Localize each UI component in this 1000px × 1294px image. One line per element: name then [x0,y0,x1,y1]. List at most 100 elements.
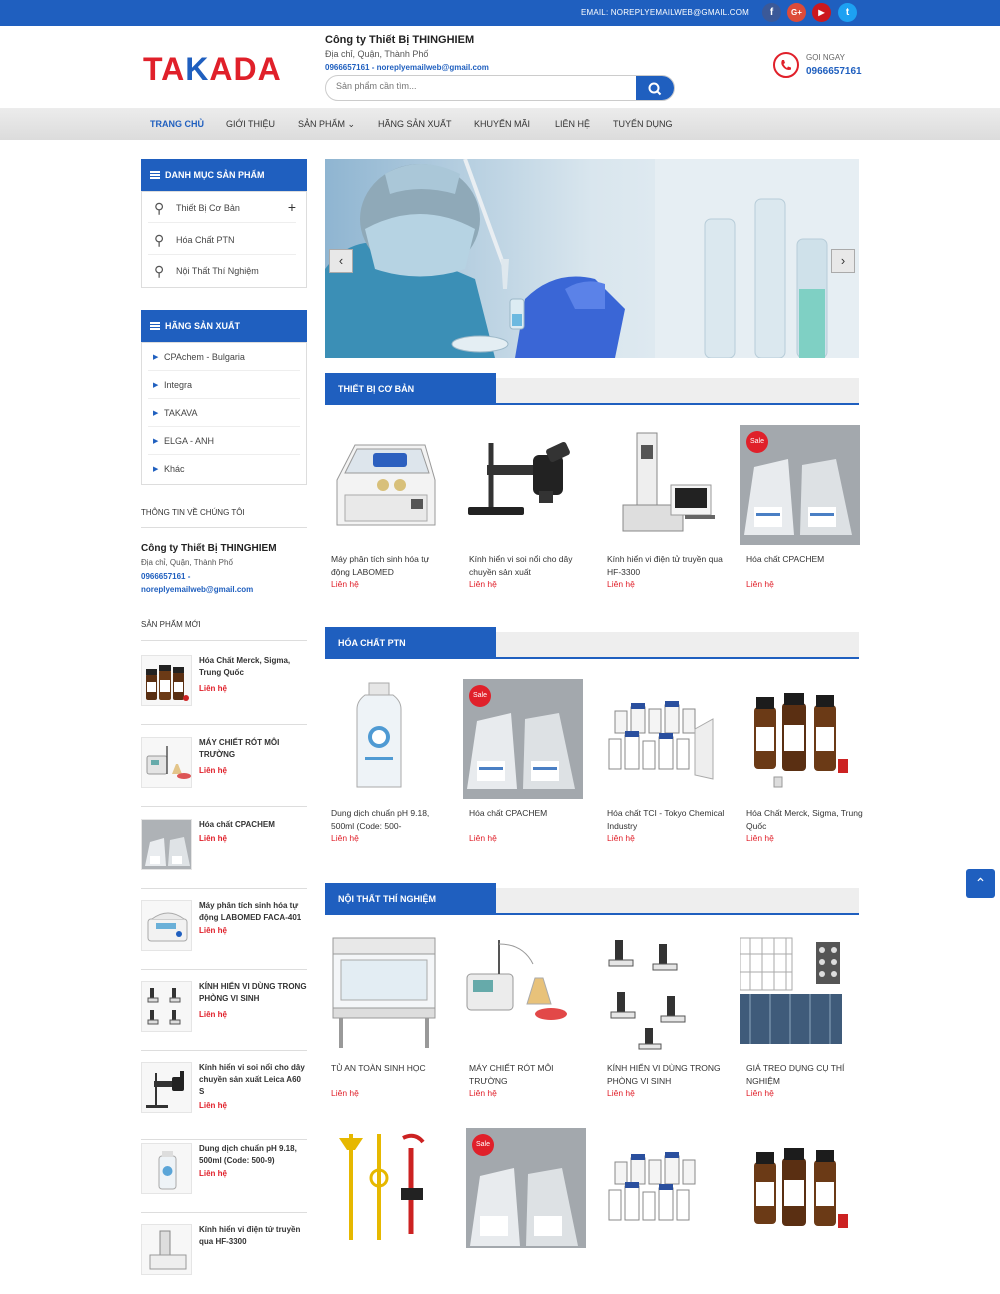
product-name[interactable]: Dung dịch chuẩn pH 9.18, 500ml (Code: 50… [199,1143,307,1167]
nav-item-brands[interactable]: HÃNG SẢN XUẤT [378,119,452,129]
new-product-item[interactable]: Hóa chất CPACHEM Liên hệ [141,819,307,889]
product-name[interactable]: Kính hiển vi soi nổi cho dây chuyền sản … [469,553,587,579]
brand-item[interactable]: ▶ ELGA - ANH [148,427,300,455]
product-card[interactable]: Sale Hóa chất CPACHEM Liên hệ [740,425,868,615]
new-product-item[interactable]: Dung dịch chuẩn pH 9.18, 500ml (Code: 50… [141,1143,307,1213]
call-number[interactable]: 0966657161 [806,66,862,77]
product-name[interactable]: Hóa chất CPACHEM [199,819,307,831]
product-name[interactable]: MÁY CHIẾT RÓT MÔI TRƯỜNG [469,1062,587,1088]
facebook-icon[interactable]: f [762,3,781,22]
new-product-item[interactable]: KÍNH HIỂN VI DÙNG TRONG PHÒNG VI SINH Li… [141,981,307,1051]
about-phone[interactable]: 0966657161 - [141,572,190,581]
product-thumbnail[interactable] [141,819,192,870]
product-thumbnail[interactable] [141,981,192,1032]
nav-item-products[interactable]: SẢN PHẨM ⌄ [298,119,355,130]
search-button[interactable] [636,76,674,100]
new-product-item[interactable]: Hóa Chất Merck, Sigma, Trung Quốc Liên h… [141,655,307,725]
product-name[interactable]: Hóa Chất Merck, Sigma, Trung Quốc [746,807,864,833]
product-image[interactable] [601,1140,721,1260]
site-logo[interactable]: TAKADA [143,53,282,85]
product-name[interactable]: Kính hiển vi điện tử truyền qua HF-3300 [607,553,725,579]
youtube-icon[interactable]: ▶ [812,3,831,22]
product-name[interactable]: KÍNH HIỂN VI DÙNG TRONG PHÒNG VI SINH [199,981,307,1005]
company-email[interactable]: noreplyemailweb@gmail.com [377,63,489,72]
section-title-tab[interactable]: THIẾT BỊ CƠ BẢN [325,373,496,405]
product-image[interactable] [463,934,583,1054]
nav-item-about[interactable]: GIỚI THIỆU [226,119,275,129]
topbar-email[interactable]: EMAIL: NOREPLYEMAILWEB@GMAIL.COM [581,8,749,17]
product-image[interactable] [325,679,445,799]
product-card[interactable]: Hóa Chất Merck, Sigma, Trung Quốc Liên h… [740,679,868,869]
product-name[interactable]: Hóa Chất Merck, Sigma, Trung Quốc [199,655,307,679]
product-name[interactable]: TỦ AN TOÀN SINH HỌC [331,1062,449,1075]
product-thumbnail[interactable] [141,1143,192,1194]
brand-item[interactable]: ▶ CPAchem - Bulgaria [148,343,300,371]
product-name[interactable]: GIÁ TREO DỤNG CỤ THÍ NGHIỆM [746,1062,864,1088]
product-image[interactable] [325,934,445,1054]
phone-icon[interactable] [773,52,799,78]
product-name[interactable]: KÍNH HIỂN VI DÙNG TRONG PHÒNG VI SINH [607,1062,725,1088]
twitter-icon[interactable]: t [838,3,857,22]
product-card[interactable]: Dung dịch chuẩn pH 9.18, 500ml (Code: 50… [325,679,453,869]
section-title-tab[interactable]: NỘI THẤT THÍ NGHIỆM [325,883,496,915]
product-name[interactable]: Hóa chất CPACHEM [746,553,864,566]
product-card[interactable]: MÁY CHIẾT RÓT MÔI TRƯỜNG Liên hệ [463,934,591,1124]
hero-banner[interactable]: ‹ › [325,159,859,358]
product-card[interactable] [740,1140,868,1254]
product-name[interactable]: Kính hiển vi soi nổi cho dây chuyền sản … [199,1062,307,1098]
category-item[interactable]: ⚲ Hóa Chất PTN [148,225,296,255]
brand-item[interactable]: ▶ TAKAVA [148,399,300,427]
category-item[interactable]: ⚲ Thiết Bị Cơ Bản + [148,193,296,223]
nav-item-promotions[interactable]: KHUYẾN MÃI [474,119,530,129]
product-card[interactable]: Kính hiển vi điện tử truyền qua HF-3300 … [601,425,729,615]
new-product-item[interactable]: Kính hiển vi soi nổi cho dây chuyền sản … [141,1062,307,1140]
company-phone[interactable]: 0966657161 [325,63,370,72]
new-product-item[interactable]: Kính hiển vi điện tử truyền qua HF-3300 [141,1224,307,1294]
product-thumbnail[interactable] [141,1062,192,1113]
product-card[interactable]: KÍNH HIỂN VI DÙNG TRONG PHÒNG VI SINH Li… [601,934,729,1124]
product-thumbnail[interactable] [141,1224,192,1275]
nav-item-home[interactable]: TRANG CHỦ [150,119,204,129]
product-name[interactable]: Máy phân tích sinh hóa tự động LABOMED F… [199,900,307,924]
nav-item-contact[interactable]: LIÊN HỆ [555,119,590,129]
product-image[interactable] [325,1128,445,1248]
product-name[interactable]: MÁY CHIẾT RÓT MÔI TRƯỜNG [199,737,307,761]
banner-prev-button[interactable]: ‹ [329,249,353,273]
category-item[interactable]: ⚲ Nội Thất Thí Nghiệm [148,256,296,286]
product-thumbnail[interactable] [141,655,192,706]
product-image[interactable] [463,425,583,545]
product-name[interactable]: Hóa chất TCI - Tokyo Chemical Industry [607,807,725,833]
product-image[interactable] [740,679,860,799]
product-thumbnail[interactable] [141,900,192,951]
product-name[interactable]: Máy phân tích sinh hóa tự động LABOMED [331,553,449,579]
product-card[interactable]: Máy phân tích sinh hóa tự động LABOMED L… [325,425,453,615]
nav-item-careers[interactable]: TUYỂN DỤNG [613,119,673,129]
brand-item[interactable]: ▶ Integra [148,371,300,399]
product-card[interactable]: Sale Hóa chất CPACHEM Liên hệ [463,679,591,869]
product-name[interactable]: Dung dịch chuẩn pH 9.18, 500ml (Code: 50… [331,807,449,833]
brand-item[interactable]: ▶ Khác [148,455,300,483]
product-card[interactable] [325,1128,453,1254]
product-image[interactable] [325,425,445,545]
new-product-item[interactable]: Máy phân tích sinh hóa tự động LABOMED F… [141,900,307,970]
product-name[interactable]: Hóa chất CPACHEM [469,807,587,820]
product-image[interactable] [601,425,721,545]
section-title-tab[interactable]: HÓA CHẤT PTN [325,627,496,659]
product-card[interactable]: TỦ AN TOÀN SINH HỌC Liên hệ [325,934,453,1124]
product-card[interactable]: Hóa chất TCI - Tokyo Chemical Industry L… [601,679,729,869]
new-product-item[interactable]: MÁY CHIẾT RÓT MÔI TRƯỜNG Liên hệ [141,737,307,807]
back-to-top-button[interactable]: ⌃ [966,869,995,898]
product-image[interactable] [740,1140,860,1260]
product-card[interactable]: Kính hiển vi soi nổi cho dây chuyền sản … [463,425,591,615]
search-input[interactable] [336,81,626,91]
product-card[interactable]: Sale [466,1128,594,1254]
product-card[interactable]: GIÁ TREO DỤNG CỤ THÍ NGHIỆM Liên hệ [740,934,868,1124]
product-image[interactable] [740,934,860,1054]
product-image[interactable] [601,679,721,799]
product-name[interactable]: Kính hiển vi điện tử truyền qua HF-3300 [199,1224,307,1248]
product-thumbnail[interactable] [141,737,192,788]
banner-next-button[interactable]: › [831,249,855,273]
product-image[interactable] [601,934,721,1054]
expand-icon[interactable]: + [288,199,296,215]
product-card[interactable] [601,1140,729,1254]
